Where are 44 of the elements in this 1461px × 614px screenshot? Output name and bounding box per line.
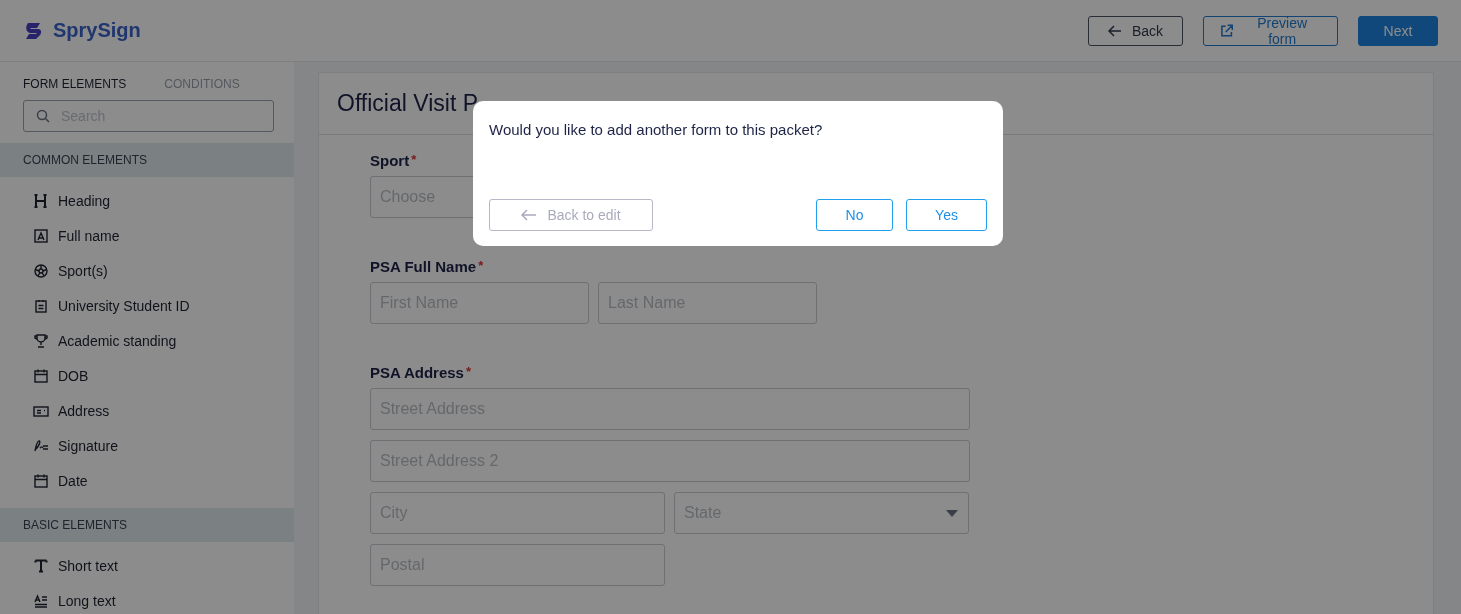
long-text-icon [33, 592, 49, 609]
form-title: Official Visit P [337, 90, 479, 117]
element-item[interactable]: Date [58, 472, 88, 489]
field-label: PSA Address [370, 364, 464, 381]
back-button[interactable]: Back [1088, 15, 1183, 46]
heading-icon [33, 192, 49, 209]
logo-text: SprySign [53, 19, 141, 42]
sidebar-tab[interactable]: FORM ELEMENTS [23, 76, 127, 92]
next-button[interactable]: Next [1358, 15, 1438, 46]
section-title: COMMON ELEMENTS [23, 153, 147, 167]
yes-button[interactable]: Yes [906, 199, 987, 231]
calendar-icon [33, 472, 49, 489]
text-icon [33, 557, 49, 574]
element-item[interactable]: Long text [58, 592, 116, 609]
signature-icon [33, 437, 49, 454]
element-item[interactable]: Heading [58, 192, 111, 209]
calendar-icon [33, 367, 49, 384]
trophy-icon [33, 332, 49, 349]
element-item[interactable]: Sport(s) [58, 262, 108, 279]
element-item[interactable]: DOB [58, 367, 89, 384]
required-mark: * [465, 364, 471, 381]
ball-icon [33, 262, 49, 279]
required-mark: * [411, 152, 417, 169]
logo-icon [24, 20, 44, 41]
preview-button[interactable]: Preview form [1203, 15, 1338, 46]
clipboard-icon [33, 297, 49, 314]
element-item[interactable]: Address [58, 402, 110, 419]
external-link-icon [1220, 23, 1234, 38]
arrow-left-icon [1107, 24, 1122, 37]
element-item[interactable]: Full name [58, 227, 120, 244]
element-item[interactable]: Academic standing [58, 332, 177, 349]
caret-icon [946, 509, 958, 517]
field-label: PSA Full Name [370, 258, 477, 275]
person-card-icon [33, 227, 49, 244]
no-button[interactable]: No [816, 199, 893, 231]
arrow-left-icon [521, 209, 538, 221]
field-label: Sport [370, 152, 410, 169]
element-item[interactable]: University Student ID [58, 297, 190, 314]
dialog-message: Would you like to add another form to this packet? [489, 121, 824, 138]
required-mark: * [478, 258, 484, 275]
element-item[interactable]: Short text [58, 557, 118, 574]
element-item[interactable]: Signature [58, 437, 118, 454]
section-title: BASIC ELEMENTS [23, 518, 128, 532]
search-icon [36, 109, 50, 123]
